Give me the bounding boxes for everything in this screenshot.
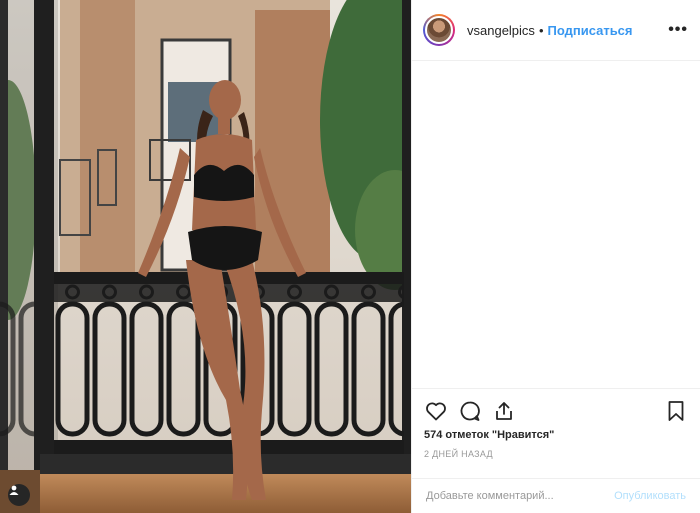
likes-count[interactable]: 574 отметок "Нравится" <box>424 429 688 441</box>
publish-button[interactable]: Опубликовать <box>614 490 686 502</box>
add-comment-bar: Добавьте комментарий... Опубликовать <box>412 478 700 513</box>
username-link[interactable]: vsangelpics <box>467 23 535 38</box>
share-icon[interactable] <box>492 399 516 423</box>
comment-input[interactable]: Добавьте комментарий... <box>426 490 554 502</box>
photo-illustration <box>0 0 411 513</box>
heart-icon[interactable] <box>424 399 448 423</box>
post-photo[interactable] <box>0 0 411 513</box>
post-actions: 574 отметок "Нравится" 2 дней назад <box>412 388 700 478</box>
follow-button[interactable]: Подписаться <box>548 23 633 38</box>
post-timestamp[interactable]: 2 дней назад <box>424 449 688 459</box>
avatar[interactable] <box>423 14 455 46</box>
post-side-panel: vsangelpics • Подписаться ••• 574 отмето… <box>411 0 700 513</box>
separator-dot: • <box>538 22 544 38</box>
more-options-icon[interactable]: ••• <box>668 21 688 39</box>
comments-area <box>412 61 700 388</box>
post-header: vsangelpics • Подписаться ••• <box>412 0 700 61</box>
action-icons <box>424 391 688 431</box>
bookmark-icon[interactable] <box>664 399 688 423</box>
user-tag-icon[interactable] <box>8 484 30 506</box>
avatar-image <box>425 16 453 44</box>
speech-bubble-icon[interactable] <box>458 399 482 423</box>
